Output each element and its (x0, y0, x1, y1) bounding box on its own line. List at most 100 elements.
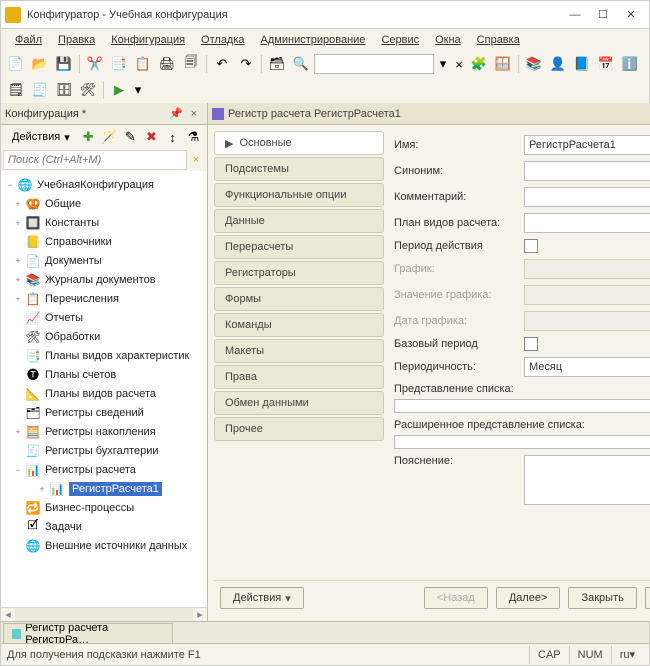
tree-item[interactable]: 🌐Внешние источники данных (1, 536, 207, 555)
compare-icon[interactable]: 🪟 (492, 54, 514, 74)
undo-icon[interactable]: ↶ (211, 54, 233, 74)
tree-item[interactable]: 🛠Обработки (1, 327, 207, 346)
periodicity-select[interactable]: Месяц▾ (524, 357, 650, 377)
list-repr-input[interactable] (394, 399, 650, 413)
actions-button[interactable]: Действия ▾ (5, 127, 77, 147)
property-tab[interactable]: Команды (214, 313, 384, 337)
expander-icon[interactable]: + (11, 256, 25, 266)
open-icon[interactable]: 📂 (29, 54, 51, 74)
db-icon[interactable]: 🗄 (53, 80, 75, 100)
close-button[interactable]: Закрыть (568, 587, 636, 609)
hscrollbar[interactable]: ◂ ▸ (1, 607, 207, 621)
tree-item[interactable]: 🗹Задачи (1, 517, 207, 536)
menu-help[interactable]: Справка (471, 32, 526, 48)
run-icon[interactable]: ▶ (108, 80, 130, 100)
menu-admin[interactable]: Администрирование (255, 32, 372, 48)
menu-config[interactable]: Конфигурация (105, 32, 191, 48)
filter-icon[interactable]: ⚗ (184, 127, 203, 147)
expander-icon[interactable]: − (11, 465, 25, 475)
tree-item[interactable]: 🗂Регистры сведений (1, 403, 207, 422)
run-dropdown-icon[interactable]: ▾ (132, 80, 144, 100)
list-icon[interactable]: 🗒 (5, 80, 27, 100)
expander-icon[interactable]: + (35, 484, 49, 494)
panel-close-icon[interactable]: × (185, 106, 203, 122)
panel-pin-icon[interactable]: 📌 (167, 106, 185, 122)
property-tab[interactable]: Данные (214, 209, 384, 233)
minimize-button[interactable]: — (561, 4, 589, 26)
table-icon[interactable]: 🧾 (29, 80, 51, 100)
tree-item[interactable]: −📊Регистры расчета (1, 460, 207, 479)
up-down-icon[interactable]: ↕ (163, 127, 182, 147)
dropdown-icon[interactable]: ▾ (436, 54, 450, 74)
user-icon[interactable]: 👤 (547, 54, 569, 74)
help-button[interactable]: Справка (645, 587, 650, 609)
actions-button[interactable]: Действия▾ (220, 587, 304, 609)
lang-indicator[interactable]: ru ▾ (611, 646, 643, 664)
comment-input[interactable] (524, 187, 650, 207)
paste-icon[interactable]: 📋 (132, 54, 154, 74)
tree-item[interactable]: +🥨Общие (1, 194, 207, 213)
cut-icon[interactable]: ✂️ (84, 54, 106, 74)
config-icon[interactable]: 🧩 (468, 54, 490, 74)
stack-icon[interactable]: 🗐 (180, 54, 202, 74)
tree-item[interactable]: 🅣Планы счетов (1, 365, 207, 384)
redo-icon[interactable]: ↷ (235, 54, 257, 74)
tree-item[interactable]: 🧾Регистры бухгалтерии (1, 441, 207, 460)
next-button[interactable]: Далее> (496, 587, 561, 609)
property-tab[interactable]: Перерасчеты (214, 235, 384, 259)
expander-icon[interactable]: − (3, 180, 17, 190)
menu-service[interactable]: Сервис (375, 32, 425, 48)
add-icon[interactable]: ✚ (79, 127, 98, 147)
info-icon[interactable]: ℹ️ (619, 54, 641, 74)
delete-icon[interactable]: ✖ (142, 127, 161, 147)
save-icon[interactable]: 💾 (53, 54, 75, 74)
config-tree[interactable]: − 🌐 УчебнаяКонфигурация +🥨Общие+🔲Констан… (1, 171, 207, 607)
close-button[interactable]: ✕ (617, 4, 645, 26)
tree-item[interactable]: +📋Перечисления (1, 289, 207, 308)
property-tab[interactable]: Подсистемы (214, 157, 384, 181)
property-tab[interactable]: Права (214, 365, 384, 389)
wand-icon[interactable]: 🪄 (100, 127, 119, 147)
tree-item[interactable]: +📄Документы (1, 251, 207, 270)
calc-plan-input[interactable] (524, 213, 650, 233)
tree-item-selected[interactable]: +📊РегистрРасчета1 (1, 479, 207, 498)
tree-root[interactable]: − 🌐 УчебнаяКонфигурация (1, 175, 207, 194)
property-tab[interactable]: ▶Основные (214, 131, 384, 155)
menu-edit[interactable]: Правка (52, 32, 101, 48)
menu-windows[interactable]: Окна (429, 32, 467, 48)
clear-search-icon[interactable]: × (187, 154, 205, 166)
edit-icon[interactable]: ✎ (121, 127, 140, 147)
copy-icon[interactable]: 📑 (108, 54, 130, 74)
tree-item[interactable]: +📚Журналы документов (1, 270, 207, 289)
tree-item[interactable]: 🔁Бизнес-процессы (1, 498, 207, 517)
search-icon[interactable]: 🔍 (290, 54, 312, 74)
tree-item[interactable]: 📈Отчеты (1, 308, 207, 327)
calendar-icon[interactable]: 📅 (595, 54, 617, 74)
property-tab[interactable]: Формы (214, 287, 384, 311)
action-period-checkbox[interactable] (524, 239, 538, 253)
menu-file[interactable]: Файл (9, 32, 48, 48)
syntax-icon[interactable]: 📘 (571, 54, 593, 74)
tree-search-input[interactable] (3, 150, 187, 170)
expander-icon[interactable]: + (11, 294, 25, 304)
base-period-checkbox[interactable] (524, 337, 538, 351)
menu-debug[interactable]: Отладка (195, 32, 250, 48)
clear-search-icon[interactable]: × (452, 54, 466, 74)
tools-icon[interactable]: 🛠 (77, 80, 99, 100)
print-icon[interactable]: 🖨 (156, 54, 178, 74)
tree-item[interactable]: +🔲Константы (1, 213, 207, 232)
explanation-textarea[interactable] (524, 455, 650, 505)
expander-icon[interactable]: + (11, 199, 25, 209)
maximize-button[interactable]: ☐ (589, 4, 617, 26)
tree-item[interactable]: 📑Планы видов характеристик (1, 346, 207, 365)
folder-find-icon[interactable]: 🗃 (266, 54, 288, 74)
name-input[interactable] (524, 135, 650, 155)
property-tab[interactable]: Прочее (214, 417, 384, 441)
property-tab[interactable]: Обмен данными (214, 391, 384, 415)
books-icon[interactable]: 📚 (523, 54, 545, 74)
expander-icon[interactable]: + (11, 275, 25, 285)
expander-icon[interactable]: + (11, 427, 25, 437)
synonym-input[interactable] (524, 161, 650, 181)
tree-item[interactable]: +🧮Регистры накопления (1, 422, 207, 441)
document-tab[interactable]: Регистр расчета РегистрРа… (3, 623, 173, 643)
